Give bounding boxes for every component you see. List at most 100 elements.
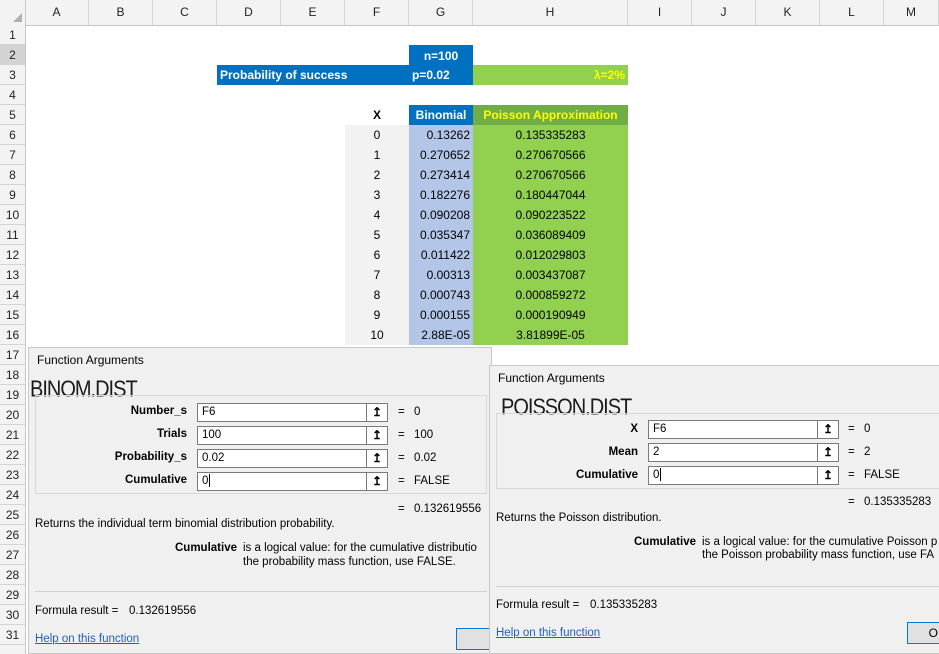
cell-poisson-value[interactable]: 0.003437087 xyxy=(473,265,628,285)
row-header[interactable]: 1 xyxy=(0,25,25,45)
row-header[interactable]: 16 xyxy=(0,325,25,345)
row-header[interactable]: 14 xyxy=(0,285,25,305)
row-header[interactable]: 7 xyxy=(0,145,25,165)
row-header[interactable]: 2 xyxy=(0,45,25,65)
binom-help-link[interactable]: Help on this function xyxy=(35,633,139,645)
cell-d3-prob-label[interactable]: Probability of success xyxy=(217,65,409,85)
column-header-f[interactable]: F xyxy=(345,0,409,25)
cell-poisson-value[interactable]: 0.000859272 xyxy=(473,285,628,305)
column-header-b[interactable]: B xyxy=(89,0,153,25)
cell-binomial-value[interactable]: 2.88E-05 xyxy=(409,325,473,345)
cell-h3-lambda[interactable]: λ=2% xyxy=(473,65,628,85)
cell-x-value[interactable]: 9 xyxy=(345,305,409,325)
collapse-dialog-icon[interactable]: ↥ xyxy=(817,443,839,462)
collapse-dialog-icon[interactable]: ↥ xyxy=(366,472,388,491)
row-header[interactable]: 3 xyxy=(0,65,25,85)
cell-binomial-value[interactable]: 0.182276 xyxy=(409,185,473,205)
row-header[interactable]: 23 xyxy=(0,465,25,485)
row-header[interactable]: 9 xyxy=(0,185,25,205)
binom-cumulative-input[interactable]: 0 xyxy=(197,472,367,491)
cell-x-value[interactable]: 7 xyxy=(345,265,409,285)
row-header[interactable]: 22 xyxy=(0,445,25,465)
cell-x-value[interactable]: 8 xyxy=(345,285,409,305)
cell-binomial-value[interactable]: 0.00313 xyxy=(409,265,473,285)
cell-poisson-value[interactable]: 3.81899E-05 xyxy=(473,325,628,345)
row-header[interactable]: 4 xyxy=(0,85,25,105)
row-header[interactable]: 31 xyxy=(0,625,25,645)
cell-x-value[interactable]: 4 xyxy=(345,205,409,225)
collapse-dialog-icon[interactable]: ↥ xyxy=(366,449,388,468)
column-header-i[interactable]: I xyxy=(628,0,692,25)
row-header[interactable]: 25 xyxy=(0,505,25,525)
binom-number-s-input[interactable]: F6 xyxy=(197,403,367,422)
cell-g3-p[interactable]: p=0.02 xyxy=(409,65,473,85)
cell-x-value[interactable]: 5 xyxy=(345,225,409,245)
cell-g2-n[interactable]: n=100 xyxy=(409,45,473,65)
cell-binomial-value[interactable]: 0.000155 xyxy=(409,305,473,325)
poisson-help-link[interactable]: Help on this function xyxy=(496,627,600,639)
collapse-dialog-icon[interactable]: ↥ xyxy=(817,466,839,485)
cell-binomial-value[interactable]: 0.090208 xyxy=(409,205,473,225)
cell-g5-header-binomial[interactable]: Binomial xyxy=(409,105,473,125)
cell-x-value[interactable]: 0 xyxy=(345,125,409,145)
row-header[interactable]: 30 xyxy=(0,605,25,625)
cell-binomial-value[interactable]: 0.011422 xyxy=(409,245,473,265)
binom-probability-s-input[interactable]: 0.02 xyxy=(197,449,367,468)
poisson-mean-input[interactable]: 2 xyxy=(648,443,818,462)
column-header-c[interactable]: C xyxy=(153,0,217,25)
cell-x-value[interactable]: 6 xyxy=(345,245,409,265)
poisson-x-input[interactable]: F6 xyxy=(648,420,818,439)
cell-poisson-value[interactable]: 0.270670566 xyxy=(473,165,628,185)
cell-poisson-value[interactable]: 0.012029803 xyxy=(473,245,628,265)
collapse-dialog-icon[interactable]: ↥ xyxy=(366,426,388,445)
column-header-a[interactable]: A xyxy=(25,0,89,25)
binom-ok-button[interactable] xyxy=(456,628,490,650)
column-header-d[interactable]: D xyxy=(217,0,281,25)
row-header[interactable]: 10 xyxy=(0,205,25,225)
select-all-corner[interactable] xyxy=(0,0,26,25)
cell-x-value[interactable]: 10 xyxy=(345,325,409,345)
row-header[interactable]: 18 xyxy=(0,365,25,385)
cell-poisson-value[interactable]: 0.180447044 xyxy=(473,185,628,205)
row-header[interactable]: 19 xyxy=(0,385,25,405)
row-header[interactable]: 26 xyxy=(0,525,25,545)
cell-binomial-value[interactable]: 0.273414 xyxy=(409,165,473,185)
row-header[interactable]: 12 xyxy=(0,245,25,265)
row-header[interactable]: 6 xyxy=(0,125,25,145)
row-header[interactable]: 28 xyxy=(0,565,25,585)
column-header-j[interactable]: J xyxy=(692,0,756,25)
cell-poisson-value[interactable]: 0.090223522 xyxy=(473,205,628,225)
poisson-cumulative-input[interactable]: 0 xyxy=(648,466,818,485)
row-header[interactable]: 27 xyxy=(0,545,25,565)
row-header[interactable]: 15 xyxy=(0,305,25,325)
cell-poisson-value[interactable]: 0.270670566 xyxy=(473,145,628,165)
row-header[interactable]: 5 xyxy=(0,105,25,125)
column-header-e[interactable]: E xyxy=(281,0,345,25)
cell-x-value[interactable]: 2 xyxy=(345,165,409,185)
cell-x-value[interactable]: 3 xyxy=(345,185,409,205)
cell-binomial-value[interactable]: 0.270652 xyxy=(409,145,473,165)
row-header[interactable]: 13 xyxy=(0,265,25,285)
column-header-l[interactable]: L xyxy=(820,0,884,25)
binom-trials-input[interactable]: 100 xyxy=(197,426,367,445)
cell-h5-header-poisson[interactable]: Poisson Approximation xyxy=(473,105,628,125)
cell-x-value[interactable]: 1 xyxy=(345,145,409,165)
collapse-dialog-icon[interactable]: ↥ xyxy=(817,420,839,439)
cell-binomial-value[interactable]: 0.13262 xyxy=(409,125,473,145)
row-header[interactable]: 20 xyxy=(0,405,25,425)
row-header[interactable]: 21 xyxy=(0,425,25,445)
cell-binomial-value[interactable]: 0.035347 xyxy=(409,225,473,245)
cell-poisson-value[interactable]: 0.000190949 xyxy=(473,305,628,325)
column-header-m[interactable]: M xyxy=(884,0,939,25)
cell-binomial-value[interactable]: 0.000743 xyxy=(409,285,473,305)
column-header-g[interactable]: G xyxy=(409,0,473,25)
row-header[interactable]: 17 xyxy=(0,345,25,365)
cell-f5-header-x[interactable]: X xyxy=(345,105,409,125)
collapse-dialog-icon[interactable]: ↥ xyxy=(366,403,388,422)
column-header-k[interactable]: K xyxy=(756,0,820,25)
cell-poisson-value[interactable]: 0.036089409 xyxy=(473,225,628,245)
poisson-ok-button[interactable]: O xyxy=(907,622,939,644)
row-header[interactable]: 8 xyxy=(0,165,25,185)
cell-poisson-value[interactable]: 0.135335283 xyxy=(473,125,628,145)
row-header[interactable]: 24 xyxy=(0,485,25,505)
